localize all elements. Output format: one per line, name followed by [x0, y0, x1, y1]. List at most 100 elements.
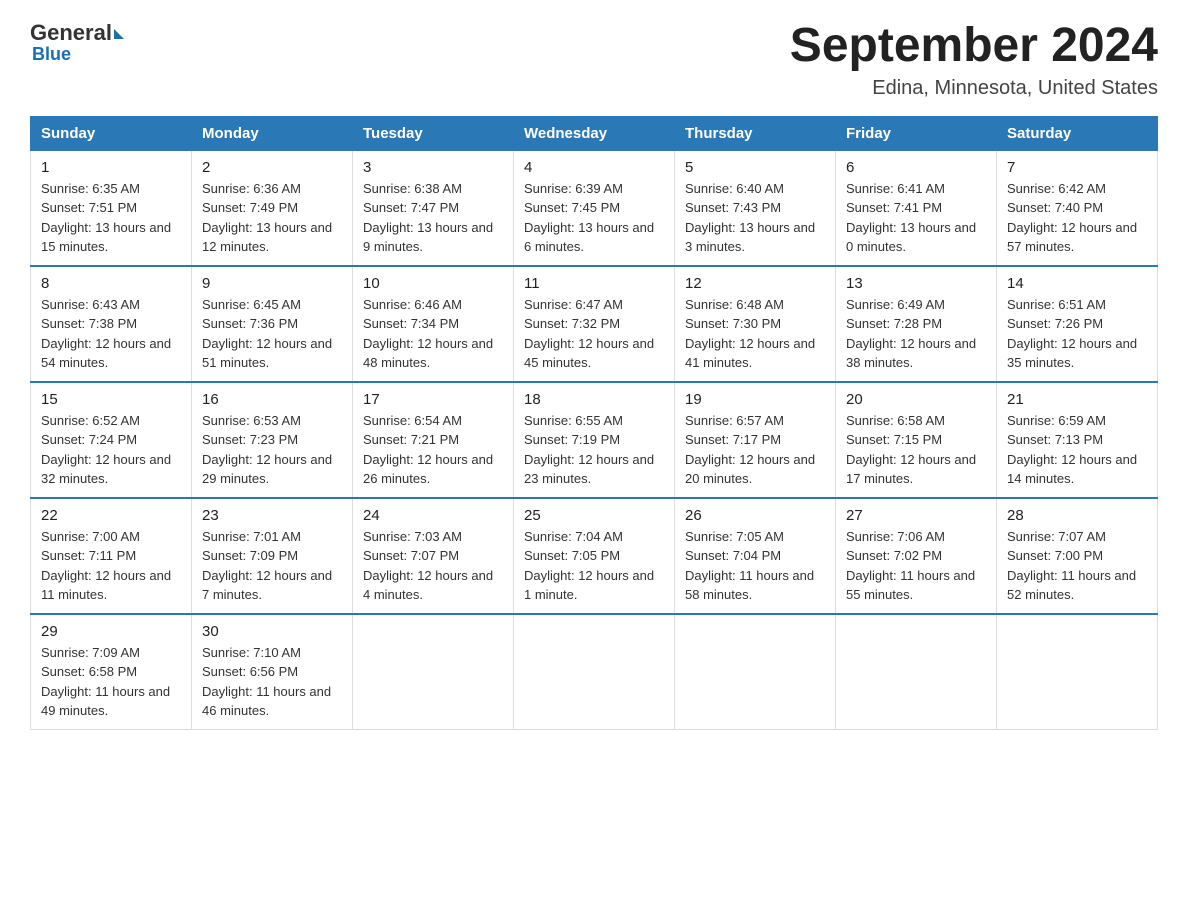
day-number: 6 — [846, 159, 986, 176]
logo-triangle-icon — [114, 29, 124, 39]
calendar-cell: 28 Sunrise: 7:07 AMSunset: 7:00 PMDaylig… — [997, 498, 1158, 614]
day-info: Sunrise: 6:40 AMSunset: 7:43 PMDaylight:… — [685, 179, 825, 257]
day-number: 30 — [202, 623, 342, 640]
calendar-cell: 3 Sunrise: 6:38 AMSunset: 7:47 PMDayligh… — [353, 150, 514, 266]
day-number: 24 — [363, 507, 503, 524]
day-info: Sunrise: 6:51 AMSunset: 7:26 PMDaylight:… — [1007, 295, 1147, 373]
calendar-cell: 30 Sunrise: 7:10 AMSunset: 6:56 PMDaylig… — [192, 614, 353, 730]
calendar-table: SundayMondayTuesdayWednesdayThursdayFrid… — [30, 116, 1158, 730]
header-tuesday: Tuesday — [353, 116, 514, 150]
header-monday: Monday — [192, 116, 353, 150]
day-info: Sunrise: 6:43 AMSunset: 7:38 PMDaylight:… — [41, 295, 181, 373]
calendar-week-row: 22 Sunrise: 7:00 AMSunset: 7:11 PMDaylig… — [31, 498, 1158, 614]
calendar-cell: 17 Sunrise: 6:54 AMSunset: 7:21 PMDaylig… — [353, 382, 514, 498]
day-info: Sunrise: 6:41 AMSunset: 7:41 PMDaylight:… — [846, 179, 986, 257]
calendar-cell: 29 Sunrise: 7:09 AMSunset: 6:58 PMDaylig… — [31, 614, 192, 730]
calendar-title-area: September 2024 Edina, Minnesota, United … — [790, 20, 1158, 100]
day-info: Sunrise: 7:10 AMSunset: 6:56 PMDaylight:… — [202, 643, 342, 721]
header-wednesday: Wednesday — [514, 116, 675, 150]
day-number: 20 — [846, 391, 986, 408]
day-number: 12 — [685, 275, 825, 292]
calendar-cell: 26 Sunrise: 7:05 AMSunset: 7:04 PMDaylig… — [675, 498, 836, 614]
calendar-week-row: 1 Sunrise: 6:35 AMSunset: 7:51 PMDayligh… — [31, 150, 1158, 266]
day-number: 18 — [524, 391, 664, 408]
calendar-week-row: 8 Sunrise: 6:43 AMSunset: 7:38 PMDayligh… — [31, 266, 1158, 382]
day-number: 15 — [41, 391, 181, 408]
day-info: Sunrise: 6:38 AMSunset: 7:47 PMDaylight:… — [363, 179, 503, 257]
day-info: Sunrise: 6:53 AMSunset: 7:23 PMDaylight:… — [202, 411, 342, 489]
day-number: 5 — [685, 159, 825, 176]
calendar-cell: 21 Sunrise: 6:59 AMSunset: 7:13 PMDaylig… — [997, 382, 1158, 498]
day-number: 21 — [1007, 391, 1147, 408]
calendar-cell: 2 Sunrise: 6:36 AMSunset: 7:49 PMDayligh… — [192, 150, 353, 266]
header-thursday: Thursday — [675, 116, 836, 150]
calendar-week-row: 29 Sunrise: 7:09 AMSunset: 6:58 PMDaylig… — [31, 614, 1158, 730]
day-info: Sunrise: 7:07 AMSunset: 7:00 PMDaylight:… — [1007, 527, 1147, 605]
day-number: 16 — [202, 391, 342, 408]
day-number: 26 — [685, 507, 825, 524]
day-info: Sunrise: 6:45 AMSunset: 7:36 PMDaylight:… — [202, 295, 342, 373]
day-info: Sunrise: 6:55 AMSunset: 7:19 PMDaylight:… — [524, 411, 664, 489]
day-number: 3 — [363, 159, 503, 176]
day-info: Sunrise: 7:06 AMSunset: 7:02 PMDaylight:… — [846, 527, 986, 605]
day-info: Sunrise: 6:54 AMSunset: 7:21 PMDaylight:… — [363, 411, 503, 489]
calendar-cell: 7 Sunrise: 6:42 AMSunset: 7:40 PMDayligh… — [997, 150, 1158, 266]
calendar-cell: 5 Sunrise: 6:40 AMSunset: 7:43 PMDayligh… — [675, 150, 836, 266]
day-number: 28 — [1007, 507, 1147, 524]
calendar-cell — [836, 614, 997, 730]
logo-text: General — [30, 20, 124, 46]
day-number: 29 — [41, 623, 181, 640]
calendar-cell: 27 Sunrise: 7:06 AMSunset: 7:02 PMDaylig… — [836, 498, 997, 614]
logo-general: General — [30, 20, 112, 46]
calendar-cell: 4 Sunrise: 6:39 AMSunset: 7:45 PMDayligh… — [514, 150, 675, 266]
calendar-cell: 22 Sunrise: 7:00 AMSunset: 7:11 PMDaylig… — [31, 498, 192, 614]
day-number: 22 — [41, 507, 181, 524]
calendar-header-row: SundayMondayTuesdayWednesdayThursdayFrid… — [31, 116, 1158, 150]
day-number: 11 — [524, 275, 664, 292]
day-number: 23 — [202, 507, 342, 524]
calendar-cell: 6 Sunrise: 6:41 AMSunset: 7:41 PMDayligh… — [836, 150, 997, 266]
day-info: Sunrise: 6:47 AMSunset: 7:32 PMDaylight:… — [524, 295, 664, 373]
day-number: 14 — [1007, 275, 1147, 292]
calendar-cell: 24 Sunrise: 7:03 AMSunset: 7:07 PMDaylig… — [353, 498, 514, 614]
header-saturday: Saturday — [997, 116, 1158, 150]
calendar-cell: 13 Sunrise: 6:49 AMSunset: 7:28 PMDaylig… — [836, 266, 997, 382]
calendar-cell: 8 Sunrise: 6:43 AMSunset: 7:38 PMDayligh… — [31, 266, 192, 382]
day-info: Sunrise: 6:36 AMSunset: 7:49 PMDaylight:… — [202, 179, 342, 257]
day-info: Sunrise: 6:39 AMSunset: 7:45 PMDaylight:… — [524, 179, 664, 257]
day-info: Sunrise: 7:00 AMSunset: 7:11 PMDaylight:… — [41, 527, 181, 605]
calendar-cell: 15 Sunrise: 6:52 AMSunset: 7:24 PMDaylig… — [31, 382, 192, 498]
day-number: 25 — [524, 507, 664, 524]
logo-blue-label: Blue — [32, 44, 71, 65]
logo: General Blue — [30, 20, 124, 65]
header-friday: Friday — [836, 116, 997, 150]
calendar-cell: 16 Sunrise: 6:53 AMSunset: 7:23 PMDaylig… — [192, 382, 353, 498]
calendar-title: September 2024 — [790, 20, 1158, 73]
calendar-cell: 10 Sunrise: 6:46 AMSunset: 7:34 PMDaylig… — [353, 266, 514, 382]
day-number: 8 — [41, 275, 181, 292]
day-info: Sunrise: 7:01 AMSunset: 7:09 PMDaylight:… — [202, 527, 342, 605]
calendar-subtitle: Edina, Minnesota, United States — [790, 77, 1158, 100]
day-info: Sunrise: 6:57 AMSunset: 7:17 PMDaylight:… — [685, 411, 825, 489]
calendar-cell: 19 Sunrise: 6:57 AMSunset: 7:17 PMDaylig… — [675, 382, 836, 498]
day-info: Sunrise: 6:52 AMSunset: 7:24 PMDaylight:… — [41, 411, 181, 489]
day-number: 27 — [846, 507, 986, 524]
day-info: Sunrise: 6:58 AMSunset: 7:15 PMDaylight:… — [846, 411, 986, 489]
day-info: Sunrise: 6:42 AMSunset: 7:40 PMDaylight:… — [1007, 179, 1147, 257]
day-number: 17 — [363, 391, 503, 408]
day-number: 2 — [202, 159, 342, 176]
calendar-cell — [353, 614, 514, 730]
day-number: 19 — [685, 391, 825, 408]
day-info: Sunrise: 7:03 AMSunset: 7:07 PMDaylight:… — [363, 527, 503, 605]
calendar-cell: 18 Sunrise: 6:55 AMSunset: 7:19 PMDaylig… — [514, 382, 675, 498]
day-number: 10 — [363, 275, 503, 292]
day-number: 13 — [846, 275, 986, 292]
day-info: Sunrise: 6:46 AMSunset: 7:34 PMDaylight:… — [363, 295, 503, 373]
calendar-cell — [675, 614, 836, 730]
calendar-cell: 25 Sunrise: 7:04 AMSunset: 7:05 PMDaylig… — [514, 498, 675, 614]
calendar-cell: 11 Sunrise: 6:47 AMSunset: 7:32 PMDaylig… — [514, 266, 675, 382]
day-number: 4 — [524, 159, 664, 176]
calendar-cell: 23 Sunrise: 7:01 AMSunset: 7:09 PMDaylig… — [192, 498, 353, 614]
calendar-cell: 20 Sunrise: 6:58 AMSunset: 7:15 PMDaylig… — [836, 382, 997, 498]
day-info: Sunrise: 6:35 AMSunset: 7:51 PMDaylight:… — [41, 179, 181, 257]
